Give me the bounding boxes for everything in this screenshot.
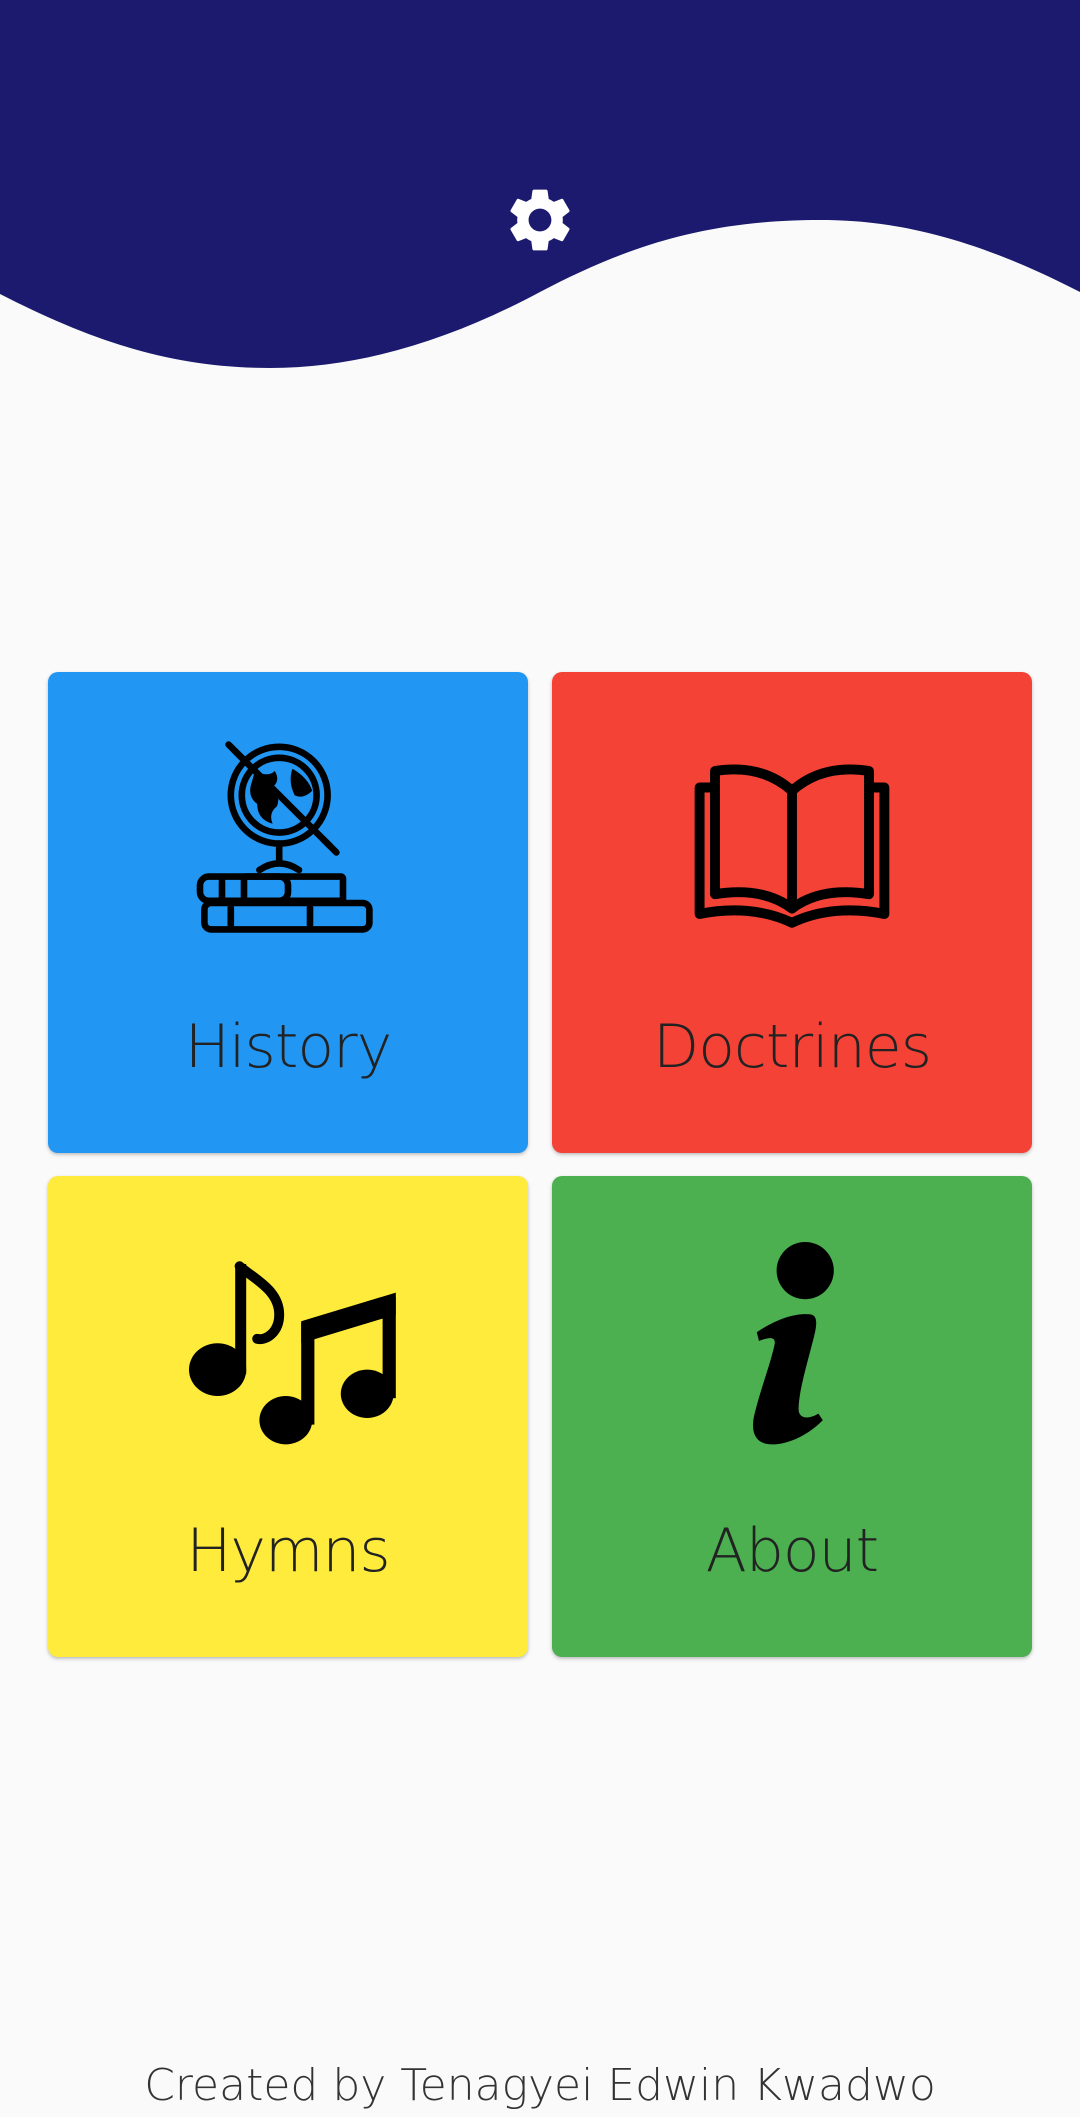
about-label: About [705,1516,879,1586]
settings-button[interactable] [490,170,590,270]
hymns-tile[interactable]: Hymns [48,1176,528,1657]
doctrines-label: Doctrines [653,1012,932,1082]
history-tile[interactable]: History [48,672,528,1153]
about-tile[interactable]: About [552,1176,1032,1657]
menu-grid: History Doctrines Hymns About [48,672,1032,1657]
music-notes-icon [189,1261,396,1445]
globe-on-books-icon [196,741,373,933]
hymns-label: Hymns [186,1516,390,1586]
footer-credit: Created by Tenagyei Edwin Kwadwo [144,2060,936,2111]
gear-icon [510,189,570,251]
history-label: History [184,1012,392,1082]
doctrines-tile[interactable]: Doctrines [552,672,1032,1153]
open-book-icon [694,764,890,928]
info-icon [753,1242,834,1445]
